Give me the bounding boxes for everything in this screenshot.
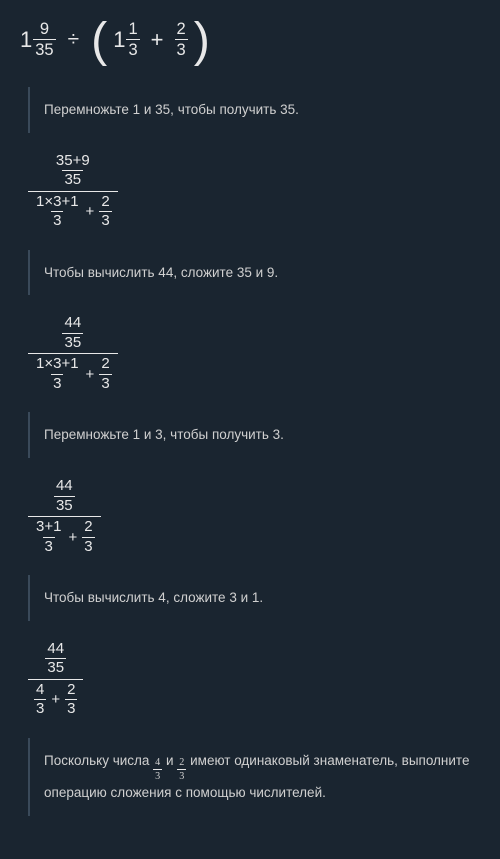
- fraction-2-3: 2 3: [175, 20, 188, 59]
- step-5-prefix: Поскольку числа: [44, 753, 153, 768]
- whole-1: 1: [20, 27, 32, 53]
- bot-right-frac: 2 3: [82, 519, 94, 555]
- divide-operator: ÷: [68, 28, 79, 52]
- plus: +: [51, 691, 60, 708]
- whole-2: 1: [113, 27, 125, 53]
- step-2-expression: 44 35 1×3+1 3 + 2 3: [28, 313, 480, 394]
- step-2-text: Чтобы вычислить 44, сложите 35 и 9.: [28, 250, 480, 296]
- top-frac: 44 35: [54, 478, 75, 514]
- fraction-9-35: 9 35: [33, 20, 55, 59]
- bot-right-frac: 2 3: [65, 682, 77, 718]
- inline-frac-2-3: 2 3: [177, 757, 186, 782]
- big-fraction-4: 44 35 4 3 + 2 3: [28, 639, 83, 720]
- plus: +: [68, 529, 77, 546]
- step-3-expression: 44 35 3+1 3 + 2 3: [28, 476, 480, 557]
- step-4-expression: 44 35 4 3 + 2 3: [28, 639, 480, 720]
- step-4-text: Чтобы вычислить 4, сложите 3 и 1.: [28, 575, 480, 621]
- inline-frac-4-3: 4 3: [153, 757, 162, 782]
- top-frac: 35+9 35: [54, 153, 92, 189]
- bot-right-frac: 2 3: [99, 356, 111, 392]
- bot-left-frac: 3+1 3: [34, 519, 63, 555]
- bot-left-frac: 1×3+1 3: [34, 356, 81, 392]
- plus: +: [86, 203, 95, 220]
- mixed-number-2: 1 1 3: [113, 20, 139, 59]
- big-fraction-3: 44 35 3+1 3 + 2 3: [28, 476, 101, 557]
- main-expression: 1 9 35 ÷ ( 1 1 3 + 2 3 ): [20, 20, 480, 59]
- top-frac: 44 35: [45, 641, 66, 677]
- big-fraction-2: 44 35 1×3+1 3 + 2 3: [28, 313, 118, 394]
- plus-operator: +: [151, 27, 164, 53]
- step-1-text: Перемножьте 1 и 35, чтобы получить 35.: [28, 87, 480, 133]
- top-frac: 44 35: [62, 315, 83, 351]
- big-fraction-1: 35+9 35 1×3+1 3 + 2 3: [28, 151, 118, 232]
- fraction-1-3: 1 3: [126, 20, 139, 59]
- step-5-text: Поскольку числа 4 3 и 2 3 имеют одинаков…: [28, 738, 480, 816]
- step-1-expression: 35+9 35 1×3+1 3 + 2 3: [28, 151, 480, 232]
- step-3-text: Перемножьте 1 и 3, чтобы получить 3.: [28, 412, 480, 458]
- mixed-number-1: 1 9 35: [20, 20, 56, 59]
- step-5-mid: и: [166, 753, 177, 768]
- bot-left-frac: 1×3+1 3: [34, 194, 81, 230]
- plus: +: [86, 366, 95, 383]
- bot-left-frac: 4 3: [34, 682, 46, 718]
- bot-right-frac: 2 3: [99, 194, 111, 230]
